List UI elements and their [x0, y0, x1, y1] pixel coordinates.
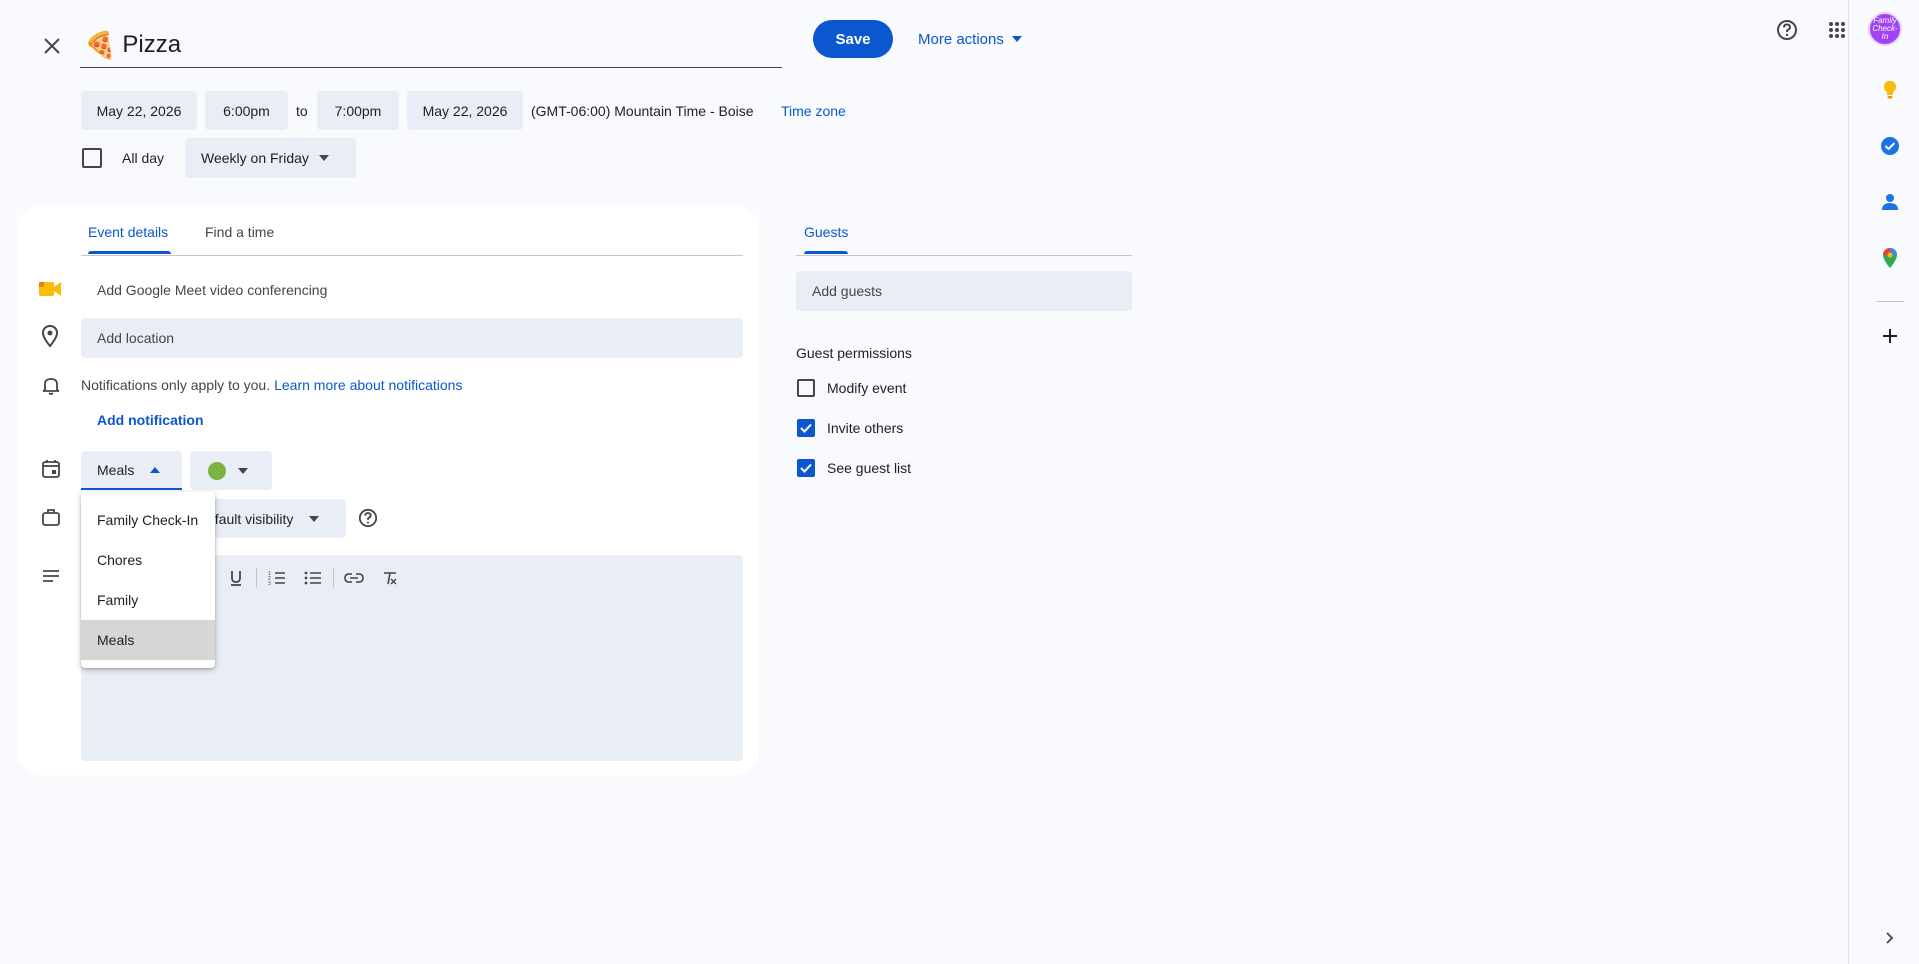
- side-panel-border: [1848, 0, 1849, 964]
- pizza-emoji: 🍕: [84, 29, 117, 60]
- visibility-help-button[interactable]: [356, 506, 380, 530]
- see-guest-list-checkbox[interactable]: [797, 459, 815, 477]
- caret-down-icon: [309, 515, 320, 522]
- calendar-option-family-check-in[interactable]: Family Check-In: [81, 500, 215, 540]
- permission-label: Invite others: [827, 420, 904, 436]
- underline-button[interactable]: [218, 565, 254, 591]
- apps-grid-icon: [1829, 22, 1845, 38]
- event-title-field[interactable]: 🍕 Pizza: [80, 22, 782, 68]
- calendar-value: Meals: [97, 461, 135, 478]
- tab-find-a-time[interactable]: Find a time: [205, 220, 274, 244]
- permission-label: Modify event: [827, 380, 907, 396]
- repeat-value: Weekly on Friday: [201, 150, 309, 166]
- numbered-list-button[interactable]: 123: [259, 565, 295, 591]
- calendar-icon: [40, 458, 62, 480]
- maps-icon[interactable]: [1878, 246, 1902, 270]
- start-time-field[interactable]: 6:00pm: [205, 91, 288, 130]
- add-meet-conferencing[interactable]: Add Google Meet video conferencing: [97, 278, 327, 302]
- learn-more-notifications-link[interactable]: Learn more about notifications: [274, 377, 462, 393]
- active-tab-indicator: [804, 251, 848, 254]
- expand-icon[interactable]: [1878, 926, 1902, 950]
- checkmark-icon: [800, 423, 812, 433]
- caret-down-icon: [1011, 36, 1022, 42]
- side-panel: [1862, 64, 1919, 964]
- bulleted-list-button[interactable]: [295, 565, 331, 591]
- remove-formatting-button[interactable]: [372, 565, 408, 591]
- permission-invite-others[interactable]: Invite others: [797, 417, 903, 439]
- permission-see-guest-list[interactable]: See guest list: [797, 457, 911, 479]
- caret-up-icon: [150, 466, 161, 473]
- invite-others-checkbox[interactable]: [797, 419, 815, 437]
- timezone-button[interactable]: Time zone: [781, 91, 846, 130]
- notification-note: Notifications only apply to you. Learn m…: [81, 374, 462, 396]
- permission-modify-event[interactable]: Modify event: [797, 377, 906, 399]
- guest-permissions-heading: Guest permissions: [796, 345, 912, 361]
- calendar-dropdown-menu: Family Check-In Chores Family Meals: [81, 492, 215, 668]
- close-button[interactable]: [34, 28, 70, 64]
- toolbar-separator: [333, 568, 334, 588]
- help-button[interactable]: [1770, 13, 1804, 47]
- insert-link-button[interactable]: [336, 565, 372, 591]
- notification-text: Notifications only apply to you.: [81, 377, 271, 393]
- contacts-icon[interactable]: [1878, 190, 1902, 214]
- visibility-value: efault visibility: [207, 510, 294, 527]
- modify-event-checkbox[interactable]: [797, 379, 815, 397]
- description-icon: [40, 566, 62, 588]
- calendar-option-meals[interactable]: Meals: [81, 620, 215, 660]
- location-input[interactable]: Add location: [81, 318, 743, 358]
- add-icon[interactable]: [1878, 324, 1902, 348]
- tasks-icon[interactable]: [1878, 134, 1902, 158]
- event-title: Pizza: [122, 30, 182, 58]
- briefcase-icon: [40, 506, 62, 528]
- end-time-field[interactable]: 7:00pm: [317, 91, 399, 130]
- tabs-divider: [796, 255, 1132, 256]
- more-actions-button[interactable]: More actions: [918, 20, 1022, 58]
- numbered-list-icon: 123: [268, 571, 285, 586]
- calendar-option-chores[interactable]: Chores: [81, 540, 215, 580]
- close-icon: [44, 38, 60, 54]
- clear-formatting-icon: [384, 572, 397, 585]
- end-date-field[interactable]: May 22, 2026: [407, 91, 523, 130]
- calendar-option-family[interactable]: Family: [81, 580, 215, 620]
- link-icon: [344, 573, 364, 583]
- underline-icon: [231, 571, 241, 586]
- more-actions-label: More actions: [918, 30, 1004, 48]
- bulleted-list-icon: [304, 571, 321, 585]
- account-avatar[interactable]: Family Check-In: [1868, 12, 1902, 46]
- toolbar-separator: [256, 568, 257, 588]
- timezone-text: (GMT-06:00) Mountain Time - Boise: [531, 102, 754, 119]
- location-pin-icon: [38, 324, 62, 348]
- permission-label: See guest list: [827, 460, 912, 476]
- keep-icon[interactable]: [1878, 78, 1902, 102]
- help-icon: [1777, 20, 1797, 40]
- calendar-select[interactable]: Meals: [81, 451, 182, 490]
- tabs-divider: [81, 255, 743, 256]
- color-swatch: [208, 461, 226, 480]
- checkmark-icon: [800, 463, 812, 473]
- svg-text:3: 3: [268, 581, 271, 586]
- help-icon: [358, 508, 378, 528]
- avatar-text: Family Check-In: [1872, 16, 1898, 41]
- google-meet-icon: [38, 277, 62, 301]
- event-color-select[interactable]: [190, 451, 272, 490]
- side-panel-separator: [1876, 301, 1904, 302]
- formatting-toolbar: 123: [218, 565, 408, 591]
- all-day-label: All day: [122, 150, 165, 166]
- to-label: to: [296, 102, 308, 119]
- all-day-checkbox[interactable]: [82, 148, 102, 168]
- add-notification-button[interactable]: Add notification: [97, 409, 204, 431]
- tab-guests[interactable]: Guests: [804, 220, 848, 244]
- active-tab-indicator: [88, 251, 171, 254]
- add-guests-input[interactable]: Add guests: [796, 271, 1132, 311]
- save-button[interactable]: Save: [813, 20, 893, 58]
- notification-bell-icon: [40, 374, 62, 396]
- caret-down-icon: [318, 155, 329, 161]
- tab-event-details[interactable]: Event details: [88, 220, 168, 244]
- caret-down-icon: [238, 467, 248, 474]
- start-date-field[interactable]: May 22, 2026: [81, 91, 197, 130]
- repeat-select[interactable]: Weekly on Friday: [185, 138, 356, 178]
